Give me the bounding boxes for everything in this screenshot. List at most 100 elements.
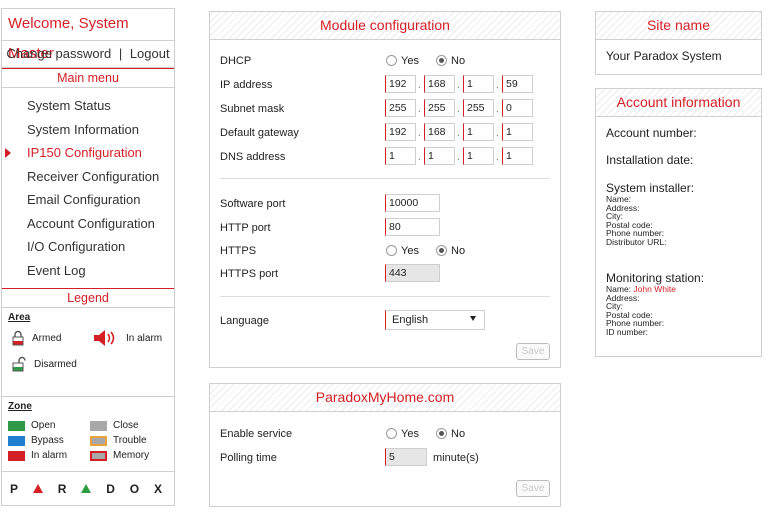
legend-zone-title: Zone — [8, 401, 32, 412]
ip-octet-4-input[interactable]: 59 — [502, 75, 533, 93]
installation-date-label: Installation date: — [606, 153, 694, 167]
main-menu-title: Main menu — [2, 68, 174, 88]
logo-triangle-icon — [81, 484, 92, 493]
https-no-label: No — [451, 245, 466, 257]
swatch-bypass — [8, 435, 25, 446]
subnet-dot: . — [457, 104, 460, 115]
menu-item-label: I/O Configuration — [27, 239, 126, 254]
site-name-panel: Site name Your Paradox System — [595, 11, 762, 75]
menu-item-receiver-configuration[interactable]: Receiver Configuration — [2, 165, 174, 189]
menu-item-account-configuration[interactable]: Account Configuration — [2, 212, 174, 236]
gateway-dot: . — [457, 128, 460, 139]
monitoring-name-value: John White — [633, 284, 676, 294]
dhcp-radio-group: Yes No — [386, 55, 465, 67]
ip-octet-1-input[interactable]: 192 — [385, 75, 416, 93]
polling-time-label: Polling time — [220, 452, 277, 464]
http-port-label: HTTP port — [220, 222, 271, 234]
dns-dot: . — [496, 152, 499, 163]
dns-octet-2-input[interactable]: 1 — [424, 147, 455, 165]
subnet-octet-4-input[interactable]: 0 — [502, 99, 533, 117]
ip-address-label: IP address — [220, 79, 273, 91]
menu-item-io-configuration[interactable]: I/O Configuration — [2, 235, 174, 259]
menu-item-ip150-configuration[interactable]: IP150 Configuration — [2, 141, 174, 165]
gateway-octet-4-input[interactable]: 1 — [502, 123, 533, 141]
dns-octet-1-input[interactable]: 1 — [385, 147, 416, 165]
https-yes-label: Yes — [401, 245, 419, 257]
polling-time-input[interactable]: 5 — [385, 448, 427, 466]
language-select[interactable]: English — [385, 310, 485, 330]
system-installer-title: System installer: — [606, 181, 695, 195]
ip-dot: . — [418, 80, 421, 91]
language-selected-value: English — [392, 314, 429, 326]
swatch-memory — [90, 450, 107, 461]
ip-dot: . — [496, 80, 499, 91]
legend-zone: Zone Open Close Bypass Trouble In alarm … — [2, 397, 174, 462]
logo-letter: P — [10, 481, 19, 496]
legend-zone-trouble: Trouble — [90, 434, 160, 447]
https-label: HTTPS — [220, 245, 257, 257]
menu-item-label: Event Log — [27, 262, 86, 278]
installer-distributor-url-label: Distributor URL: — [606, 236, 667, 247]
gateway-octet-1-input[interactable]: 192 — [385, 123, 416, 141]
account-number-label: Account number: — [606, 126, 697, 140]
enable-service-label: Enable service — [220, 428, 293, 440]
welcome-text: Welcome, System Master — [2, 9, 174, 62]
dns-octet-3-input[interactable]: 1 — [463, 147, 494, 165]
subnet-dot: . — [418, 104, 421, 115]
https-yes-radio[interactable] — [386, 245, 397, 256]
zone-label: Trouble — [113, 435, 147, 446]
dhcp-no-radio[interactable] — [436, 55, 448, 66]
menu-item-system-information[interactable]: System Information — [2, 118, 174, 142]
language-label: Language — [220, 315, 269, 327]
zone-label: In alarm — [31, 450, 68, 461]
zone-label: Open — [31, 420, 56, 431]
dns-octet-4-input[interactable]: 1 — [502, 147, 533, 165]
ip-octet-2-input[interactable]: 168 — [424, 75, 455, 93]
module-configuration-title: Module configuration — [210, 12, 560, 40]
subnet-octet-1-input[interactable]: 255 — [385, 99, 416, 117]
active-arrow-icon — [5, 148, 11, 158]
account-information-title: Account information — [596, 89, 761, 117]
dhcp-no-label: No — [451, 55, 466, 67]
legend-disarmed-label: Disarmed — [34, 358, 77, 370]
menu-item-label: Receiver Configuration — [27, 168, 160, 184]
module-save-button[interactable]: Save — [516, 343, 550, 360]
dropdown-caret-icon — [470, 316, 476, 321]
gateway-octet-2-input[interactable]: 168 — [424, 123, 455, 141]
legend-area-title: Area — [8, 312, 31, 323]
zone-label: Bypass — [31, 435, 64, 446]
menu-item-event-log[interactable]: Event Log — [2, 259, 174, 283]
menu-item-label: Account Configuration — [27, 215, 155, 231]
menu-item-label: IP150 Configuration — [27, 145, 142, 160]
menu-item-system-status[interactable]: System Status — [2, 94, 174, 118]
ip-octet-3-input[interactable]: 1 — [463, 75, 494, 93]
https-no-radio[interactable] — [436, 245, 448, 256]
subnet-octet-2-input[interactable]: 255 — [424, 99, 455, 117]
dns-address-label: DNS address — [220, 151, 286, 163]
paradoxmyhome-save-button[interactable]: Save — [516, 480, 550, 497]
change-password-link[interactable]: Change password — [6, 46, 111, 61]
menu-item-email-configuration[interactable]: Email Configuration — [2, 188, 174, 212]
logout-link[interactable]: Logout — [130, 46, 170, 61]
polling-time-unit: minute(s) — [433, 452, 479, 464]
http-port-input[interactable]: 80 — [385, 218, 440, 236]
software-port-input[interactable]: 10000 — [385, 194, 440, 212]
account-information-panel: Account information Account number: Inst… — [595, 88, 762, 357]
zone-label: Memory — [113, 450, 150, 461]
enable-service-radio-group: Yes No — [386, 428, 465, 440]
https-port-input[interactable]: 443 — [385, 264, 440, 282]
sidebar: Welcome, System Master Change password |… — [1, 8, 175, 506]
lock-open-icon — [12, 356, 26, 372]
swatch-in-alarm — [8, 450, 25, 461]
legend-disarmed: Disarmed — [12, 356, 77, 372]
monitoring-station-title: Monitoring station: — [606, 271, 705, 285]
gateway-octet-3-input[interactable]: 1 — [463, 123, 494, 141]
enable-service-no-radio[interactable] — [436, 428, 448, 439]
enable-service-yes-radio[interactable] — [386, 428, 397, 439]
dns-dot: . — [418, 152, 421, 163]
logo-letter: O — [129, 481, 140, 496]
dhcp-yes-radio[interactable] — [386, 55, 397, 66]
subnet-octet-3-input[interactable]: 255 — [463, 99, 494, 117]
paradoxmyhome-title: ParadoxMyHome.com — [210, 384, 560, 412]
divider — [220, 178, 550, 179]
